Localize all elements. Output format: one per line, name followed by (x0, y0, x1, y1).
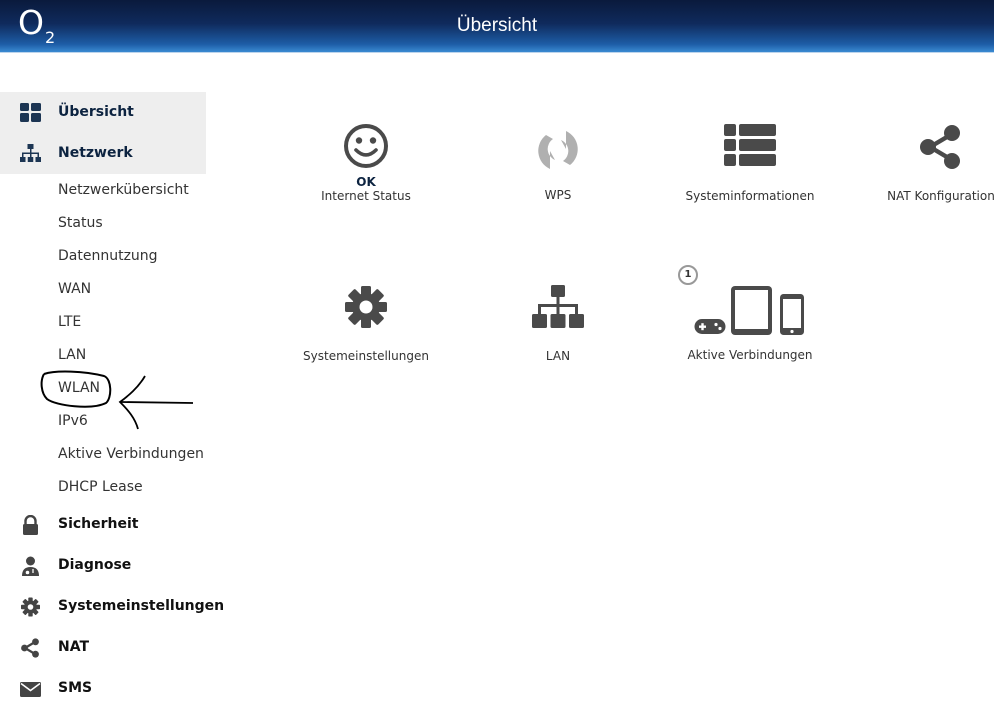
page-title: Übersicht (456, 15, 538, 36)
sidebar-item-label: Sicherheit (58, 516, 139, 532)
sidebar-item-diagnose[interactable]: Diagnose (0, 545, 206, 586)
tile-label: WPS (544, 188, 572, 202)
sidebar-item-sms[interactable]: SMS (0, 668, 206, 709)
sidebar-subitem-label: DHCP Lease (58, 479, 143, 495)
sidebar-item-label: Netzwerk (58, 145, 133, 161)
sidebar-item-uebersicht[interactable]: Übersicht (0, 92, 206, 133)
share-icon (920, 125, 960, 169)
sidebar-subitem-label: Status (58, 215, 103, 231)
tile-aktive-verbindungen[interactable]: Aktive Verbindungen (655, 286, 845, 362)
sidebar-subitem-wan[interactable]: WAN (0, 273, 206, 306)
wps-icon (538, 131, 578, 169)
tile-internet-status[interactable]: OK Internet Status (271, 123, 461, 203)
header-bar: O2 Übersicht (0, 0, 994, 53)
sidebar-subitem-wlan[interactable]: WLAN (0, 372, 206, 405)
sidebar-subitem-label: Datennutzung (58, 248, 158, 264)
network-icon (532, 285, 584, 328)
devices-icon (694, 286, 804, 335)
sidebar-item-nat[interactable]: NAT (0, 627, 206, 668)
dashboard-icon (20, 103, 41, 122)
share-icon (21, 638, 39, 658)
sidebar-subitem-dhcp-lease[interactable]: DHCP Lease (0, 471, 206, 504)
sidebar-item-systemeinstellungen[interactable]: Systemeinstellungen (0, 586, 224, 627)
sidebar-highlight: Übersicht Netzwerk (0, 92, 206, 174)
tile-label: Systeminformationen (685, 189, 815, 203)
tile-label: NAT Konfiguration (887, 189, 994, 203)
sidebar: Übersicht Netzwerk Netzwerkübersicht Sta… (0, 92, 224, 709)
sidebar-subitem-datennutzung[interactable]: Datennutzung (0, 240, 206, 273)
sidebar-item-label: SMS (58, 680, 93, 696)
sidebar-subitem-label: WLAN (58, 380, 101, 396)
sidebar-item-sicherheit[interactable]: Sicherheit (0, 504, 206, 545)
sidebar-item-netzwerk[interactable]: Netzwerk (0, 133, 206, 174)
tile-lan[interactable]: LAN (463, 285, 653, 363)
gear-icon (21, 597, 40, 617)
tile-nat-konfiguration[interactable]: NAT Konfiguration (846, 124, 994, 203)
sidebar-subitem-label: LAN (58, 347, 87, 363)
sidebar-subitem-status[interactable]: Status (0, 207, 206, 240)
sidebar-item-label: NAT (58, 639, 90, 655)
sidebar-subitem-aktive-verbindungen[interactable]: Aktive Verbindungen (0, 438, 206, 471)
envelope-icon (20, 682, 41, 697)
sidebar-subitem-lte[interactable]: LTE (0, 306, 206, 339)
lock-icon (23, 515, 38, 535)
sidebar-subitem-label: Netzwerkübersicht (58, 182, 189, 198)
sidebar-item-label: Diagnose (58, 557, 132, 573)
list-icon (724, 124, 776, 166)
sidebar-item-label: Systemeinstellungen (58, 598, 225, 614)
tile-systemeinstellungen[interactable]: Systemeinstellungen (271, 285, 461, 363)
tile-label: LAN (545, 349, 571, 363)
sidebar-subitem-lan[interactable]: LAN (0, 339, 206, 372)
tile-systeminformationen[interactable]: Systeminformationen (655, 124, 845, 203)
internet-status-value: OK (356, 175, 376, 189)
tile-label: Aktive Verbindungen (687, 348, 813, 362)
sidebar-item-label: Übersicht (58, 104, 134, 120)
doctor-icon (22, 556, 39, 576)
active-connections-badge: 1 (678, 265, 698, 285)
sidebar-subitem-label: LTE (58, 314, 82, 330)
tile-wps[interactable]: WPS (463, 126, 653, 202)
smiley-icon (344, 124, 388, 168)
gear-icon (345, 286, 387, 328)
sidebar-subitem-ipv6[interactable]: IPv6 (0, 405, 206, 438)
network-icon (20, 144, 41, 162)
sidebar-subitem-label: WAN (58, 281, 92, 297)
tile-label: Systemeinstellungen (303, 349, 429, 363)
sidebar-subitem-netzwerkuebersicht[interactable]: Netzwerkübersicht (0, 174, 206, 207)
tile-label: Internet Status (321, 189, 411, 203)
sidebar-subitem-label: Aktive Verbindungen (58, 446, 204, 462)
sidebar-subitem-label: IPv6 (58, 413, 88, 429)
